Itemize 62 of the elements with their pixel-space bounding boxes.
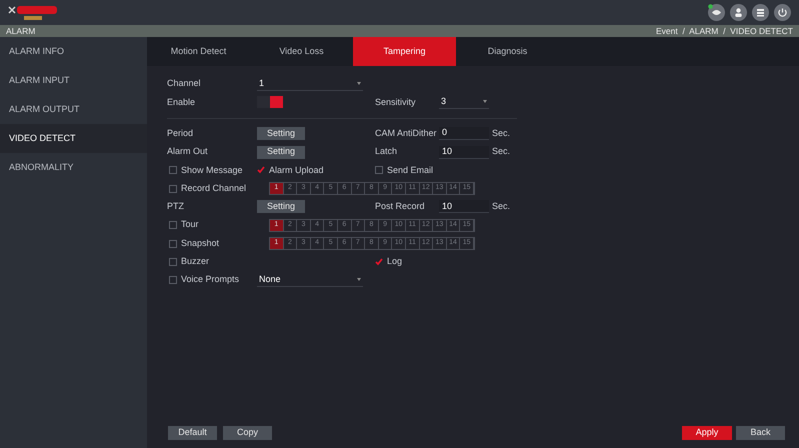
field-label: Channel bbox=[167, 77, 201, 90]
input-field[interactable]: 10 bbox=[439, 146, 489, 159]
field-label: CAM AntiDither bbox=[375, 126, 437, 140]
apply-button[interactable]: Apply bbox=[682, 426, 732, 440]
dropdown[interactable]: None bbox=[257, 274, 363, 287]
checkbox[interactable] bbox=[375, 258, 383, 266]
checkbox-label: Tour bbox=[181, 218, 199, 232]
unit-label: Sec. bbox=[492, 200, 510, 214]
checkbox[interactable] bbox=[169, 240, 177, 248]
checkbox-label: Alarm Upload bbox=[269, 164, 324, 177]
tab[interactable]: Motion Detect bbox=[147, 37, 250, 66]
checkbox[interactable] bbox=[169, 166, 177, 174]
eye-icon[interactable] bbox=[708, 4, 725, 21]
field-label: Latch bbox=[375, 145, 398, 158]
field-label: Enable bbox=[167, 96, 196, 109]
toggle-switch[interactable] bbox=[257, 96, 283, 108]
action-button[interactable]: Default bbox=[168, 426, 217, 440]
power-icon[interactable] bbox=[774, 4, 791, 21]
dropdown[interactable]: 3 bbox=[439, 96, 489, 109]
caret-icon bbox=[483, 100, 487, 104]
sidebar-item[interactable]: ALARM OUTPUT bbox=[0, 95, 147, 124]
user-icon[interactable] bbox=[730, 4, 747, 21]
tab[interactable]: Video Loss bbox=[250, 37, 353, 66]
tab[interactable]: Tampering bbox=[353, 37, 456, 66]
checkbox[interactable] bbox=[257, 166, 265, 174]
checkbox-label: Log bbox=[387, 255, 402, 268]
field-label: Post Record bbox=[375, 200, 425, 214]
dropdown[interactable]: 1 bbox=[257, 78, 363, 91]
breadcrumb: Event / ALARM / VIDEO DETECT bbox=[656, 24, 793, 38]
back-button[interactable]: Back bbox=[736, 426, 785, 440]
sidebar-item[interactable]: ALARM INFO bbox=[0, 37, 147, 66]
checkbox-label: Record Channel bbox=[181, 182, 246, 195]
unit-label: Sec. bbox=[492, 126, 510, 140]
logo-icon bbox=[8, 4, 60, 22]
setting-button[interactable]: Setting bbox=[257, 146, 305, 159]
checkbox-label: Show Message bbox=[181, 164, 243, 177]
field-label: PTZ bbox=[167, 200, 184, 214]
sidebar-item[interactable]: ABNORMALITY bbox=[0, 153, 147, 182]
unit-label: Sec. bbox=[492, 145, 510, 158]
checkbox-label: Snapshot bbox=[181, 236, 220, 250]
checkbox[interactable] bbox=[169, 276, 177, 284]
checkbox-label: Voice Prompts bbox=[181, 273, 240, 286]
checkbox[interactable] bbox=[169, 221, 177, 230]
input-field[interactable]: 0 bbox=[439, 127, 489, 140]
checkbox[interactable] bbox=[375, 166, 383, 174]
caret-icon bbox=[357, 82, 361, 86]
checkbox-label: Buzzer bbox=[181, 255, 210, 268]
field-label: Alarm Out bbox=[167, 145, 208, 158]
checkbox-label: Send Email bbox=[387, 164, 434, 177]
section-title: ALARM bbox=[6, 24, 36, 38]
setting-button[interactable]: Setting bbox=[257, 127, 305, 140]
field-label: Sensitivity bbox=[375, 96, 416, 109]
sidebar-item[interactable]: VIDEO DETECT bbox=[0, 124, 147, 153]
caret-icon bbox=[357, 278, 361, 282]
checkbox[interactable] bbox=[169, 258, 177, 266]
field-label: Period bbox=[167, 126, 194, 140]
sidebar-item[interactable]: ALARM INPUT bbox=[0, 66, 147, 95]
tab[interactable]: Diagnosis bbox=[456, 37, 559, 66]
input-field[interactable]: 10 bbox=[439, 200, 489, 214]
checkbox[interactable] bbox=[169, 184, 177, 193]
setting-button[interactable]: Setting bbox=[257, 200, 305, 214]
action-button[interactable]: Copy bbox=[223, 426, 272, 440]
